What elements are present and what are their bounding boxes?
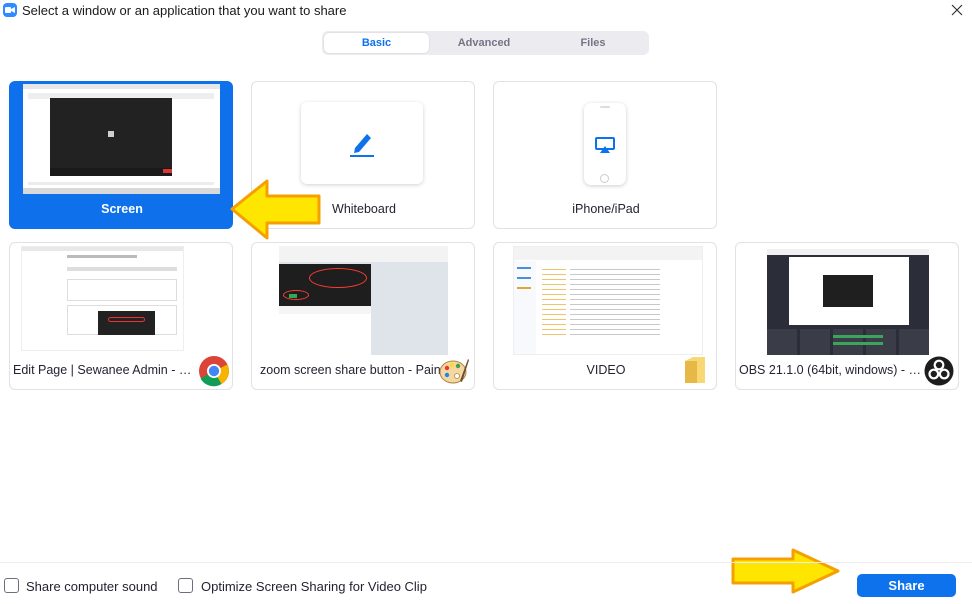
annotation-arrow-left: [230, 179, 321, 240]
optimize-video-checkbox[interactable]: [178, 578, 193, 593]
phone-frame: [584, 103, 626, 185]
obs-thumbnail: [767, 249, 929, 355]
optimize-video-label: Optimize Screen Sharing for Video Clip: [201, 579, 427, 594]
tab-basic[interactable]: Basic: [324, 33, 429, 53]
zoom-camera-icon: [3, 3, 17, 17]
tab-files[interactable]: Files: [539, 33, 647, 53]
tile-label: OBS 21.1.0 (64bit, windows) - Pro...: [739, 363, 925, 377]
obs-icon: [924, 356, 954, 386]
folder-icon: [685, 357, 705, 383]
close-icon: [951, 4, 963, 16]
paint-palette-icon: [439, 359, 469, 384]
tile-screen[interactable]: Screen: [9, 81, 233, 229]
airplay-icon: [595, 137, 615, 153]
share-sound-label: Share computer sound: [26, 579, 158, 594]
share-tabs: Basic Advanced Files: [322, 31, 649, 55]
tile-video-folder[interactable]: VIDEO: [493, 242, 717, 390]
tab-advanced[interactable]: Advanced: [431, 33, 537, 53]
tile-label: iPhone/iPad: [572, 202, 640, 216]
tile-obs-window[interactable]: OBS 21.1.0 (64bit, windows) - Pro...: [735, 242, 959, 390]
annotation-arrow-right: [731, 548, 840, 594]
whiteboard-card: [301, 102, 423, 184]
tile-paint-window[interactable]: zoom screen share button - Paint: [251, 242, 475, 390]
tile-chrome-window[interactable]: Edit Page | Sewanee Admin - Goo...: [9, 242, 233, 390]
tile-label: Edit Page | Sewanee Admin - Goo...: [13, 363, 199, 377]
chrome-thumbnail: [21, 246, 184, 351]
footer-divider: [0, 562, 972, 563]
tile-label: zoom screen share button - Paint: [260, 363, 445, 377]
title-bar: Select a window or an application that y…: [0, 0, 972, 22]
paint-thumbnail: [279, 246, 448, 355]
arrow-shape: [230, 179, 321, 240]
share-button[interactable]: Share: [857, 574, 956, 597]
tile-iphone-ipad[interactable]: iPhone/iPad: [493, 81, 717, 229]
share-sound-checkbox[interactable]: [4, 578, 19, 593]
explorer-thumbnail: [513, 246, 703, 355]
tile-label: Screen: [101, 202, 143, 216]
chrome-icon: [199, 356, 229, 387]
screen-thumbnail: [23, 84, 220, 194]
window-title: Select a window or an application that y…: [22, 3, 347, 18]
arrow-shape: [731, 548, 840, 594]
close-button[interactable]: [946, 0, 968, 20]
pen-icon: [350, 134, 374, 157]
